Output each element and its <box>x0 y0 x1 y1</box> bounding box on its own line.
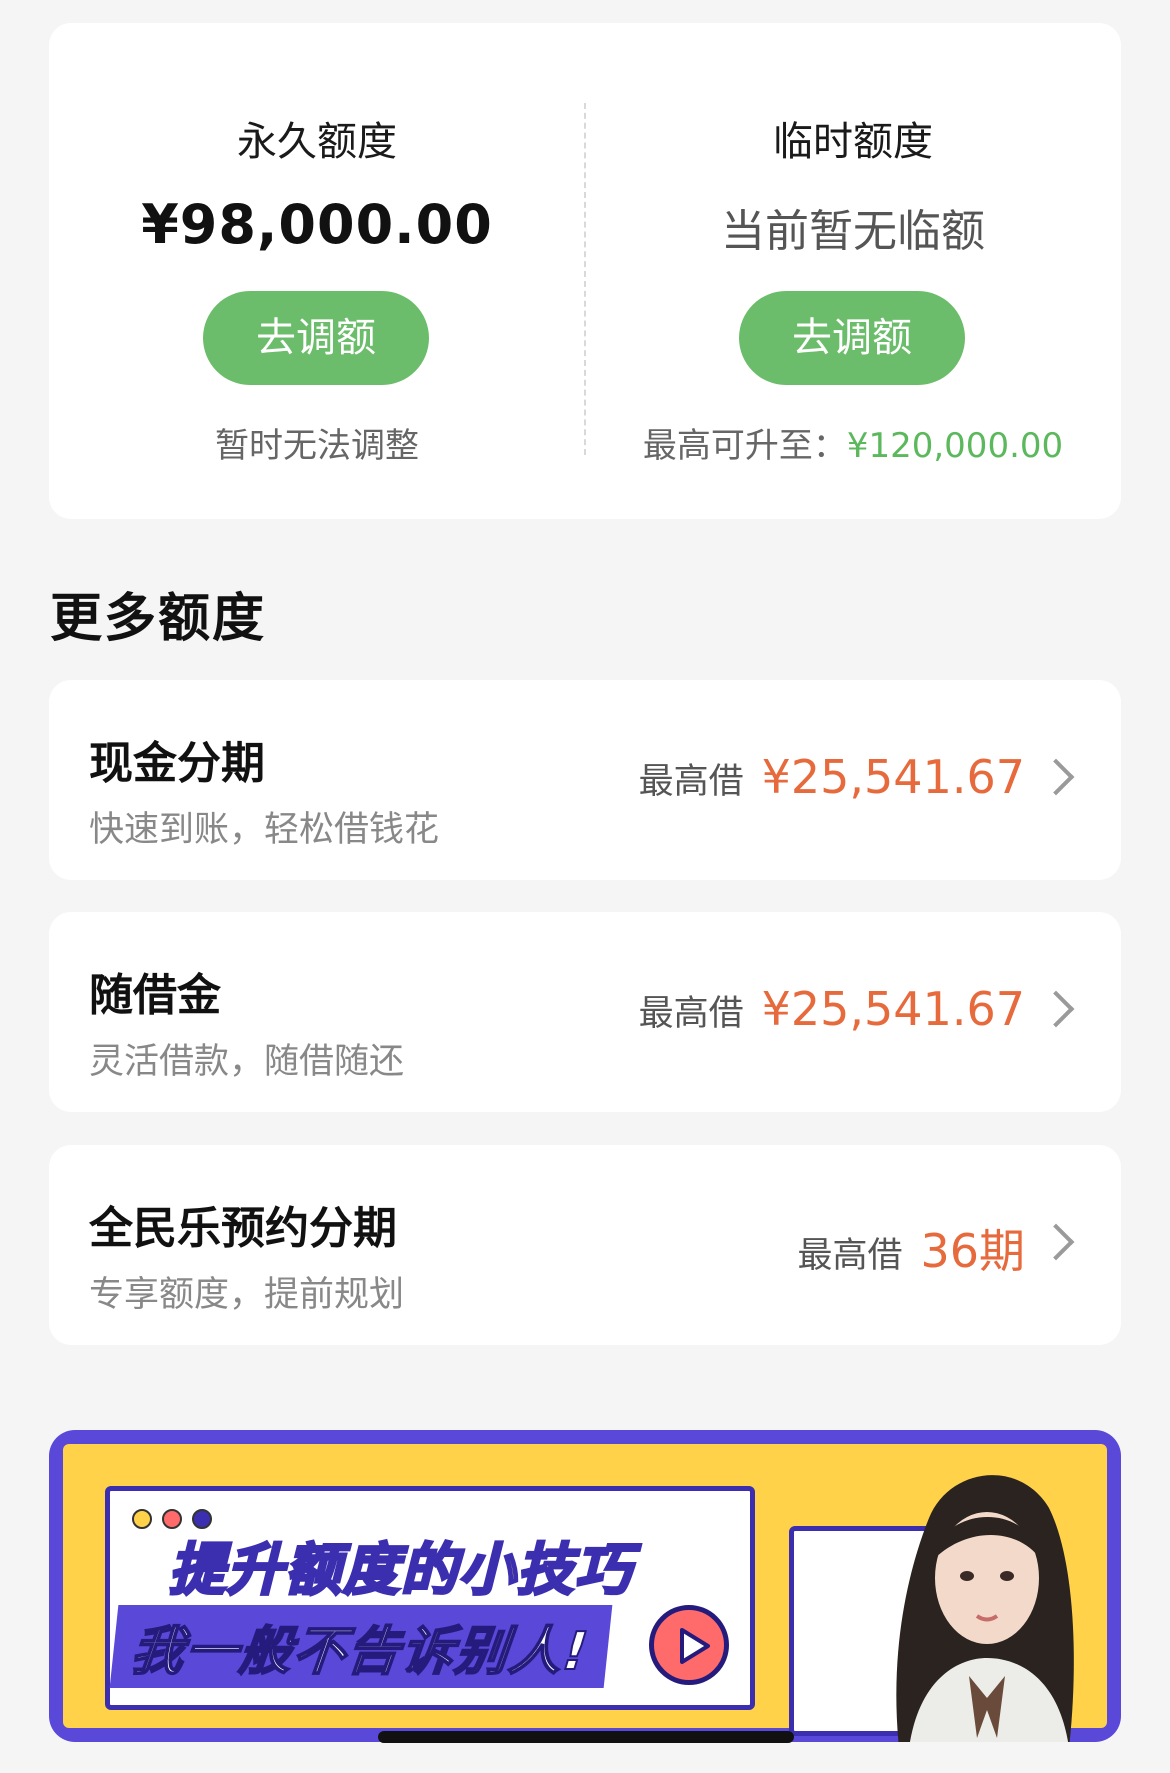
loan-item-cash-installment[interactable]: 现金分期 快速到账，轻松借钱花 最高借 ¥25,541.67 <box>49 680 1121 880</box>
loan-item-desc: 专享额度，提前规划 <box>89 1275 405 1315</box>
permanent-quota-note: 暂时无法调整 <box>215 426 419 466</box>
presenter-avatar <box>896 1475 1074 1742</box>
permanent-adjust-button[interactable]: 去调额 <box>203 291 429 385</box>
loan-item-desc: 快速到账，轻松借钱花 <box>89 810 440 850</box>
quota-card: 永久额度 ¥98,000.00 去调额 暂时无法调整 临时额度 当前暂无临额 去… <box>49 23 1121 519</box>
loan-limit-prefix: 最高借 <box>638 762 744 802</box>
loan-limit-prefix: 最高借 <box>638 994 744 1034</box>
loan-item-name: 全民乐预约分期 <box>89 1203 397 1254</box>
loan-limit-prefix: 最高借 <box>797 1236 903 1276</box>
temporary-quota-title: 临时额度 <box>773 119 933 165</box>
temporary-adjust-button[interactable]: 去调额 <box>739 291 965 385</box>
loan-item-limit: 最高借 36期 <box>797 1215 1025 1278</box>
temporary-quota-note: 最高可升至：¥120,000.00 <box>585 418 1121 467</box>
promo-banner[interactable]: 提升额度的小技巧 我一般不告诉别人! <box>49 1430 1121 1742</box>
permanent-quota: 永久额度 ¥98,000.00 去调额 暂时无法调整 <box>49 23 585 519</box>
loan-limit-value: 36期 <box>920 1224 1025 1278</box>
banner-headline: 提升额度的小技巧 <box>168 1537 633 1605</box>
temporary-note-value: ¥120,000.00 <box>846 426 1064 466</box>
loan-item-limit: 最高借 ¥25,541.67 <box>639 750 1025 806</box>
loan-item-name: 现金分期 <box>89 738 265 789</box>
more-quota-title: 更多额度 <box>50 589 267 649</box>
loan-item-desc: 灵活借款，随借随还 <box>89 1042 405 1082</box>
chevron-right-icon <box>1037 1223 1075 1261</box>
loan-item-flexible-borrow[interactable]: 随借金 灵活借款，随借随还 最高借 ¥25,541.67 <box>49 912 1121 1112</box>
home-indicator <box>378 1731 794 1743</box>
permanent-quota-title: 永久额度 <box>237 119 397 165</box>
chevron-right-icon <box>1037 990 1075 1028</box>
loan-item-reserved-installment[interactable]: 全民乐预约分期 专享额度，提前规划 最高借 36期 <box>49 1145 1121 1345</box>
loan-limit-value: ¥25,541.67 <box>761 750 1025 804</box>
loan-limit-value: ¥25,541.67 <box>761 982 1025 1036</box>
play-icon[interactable] <box>649 1605 729 1685</box>
loan-item-limit: 最高借 ¥25,541.67 <box>639 982 1025 1038</box>
loan-item-name: 随借金 <box>89 970 221 1021</box>
chevron-right-icon <box>1037 758 1075 796</box>
banner-subheadline: 我一般不告诉别人! <box>109 1605 613 1688</box>
permanent-quota-amount: ¥98,000.00 <box>141 193 493 256</box>
temporary-quota: 临时额度 当前暂无临额 去调额 最高可升至：¥120,000.00 <box>585 23 1121 519</box>
temporary-quota-status: 当前暂无临额 <box>721 206 985 257</box>
temporary-note-label: 最高可升至： <box>642 426 847 466</box>
